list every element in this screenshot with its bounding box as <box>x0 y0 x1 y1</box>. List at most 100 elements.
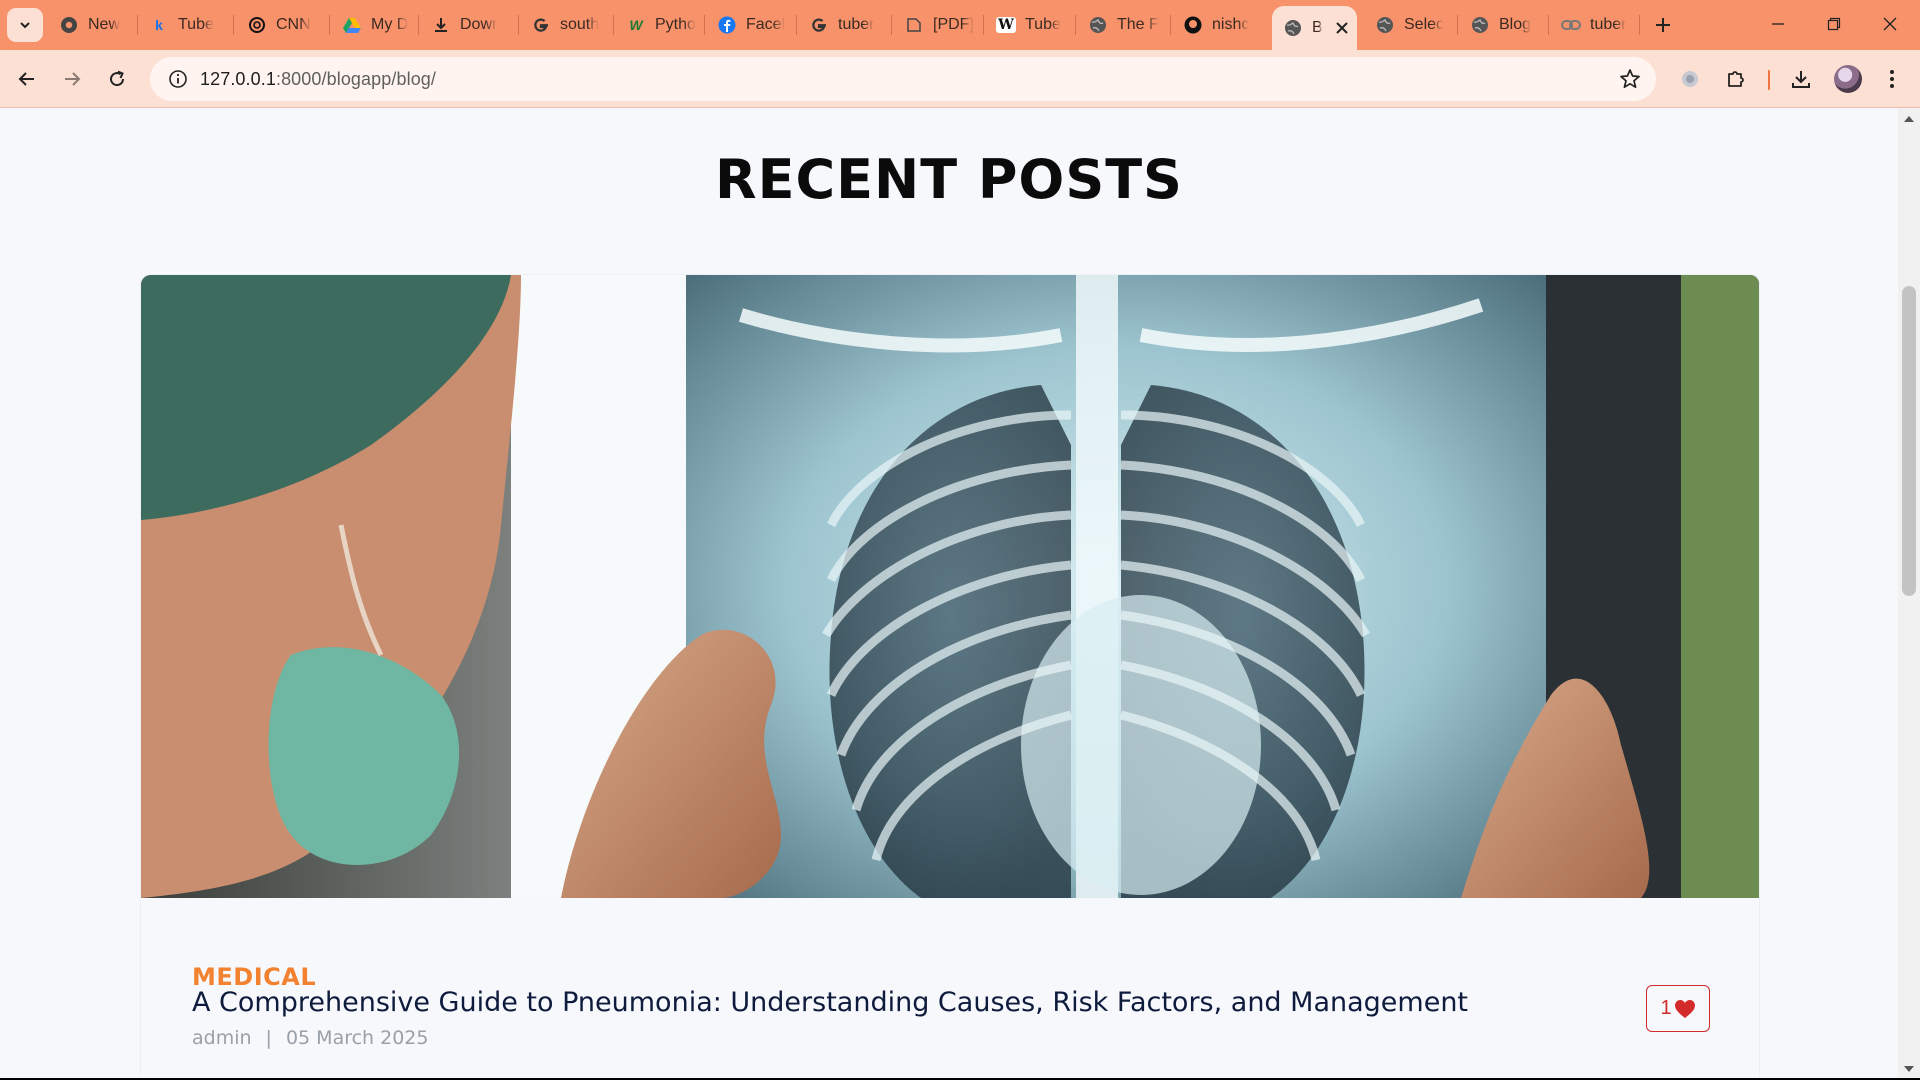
reload-icon <box>110 70 125 87</box>
forward-arrow-icon <box>65 72 81 86</box>
extension-icon-button[interactable] <box>1672 61 1708 97</box>
post-byline: admin | 05 March 2025 <box>192 1027 428 1049</box>
back-arrow-icon <box>18 72 34 86</box>
tab-title: Tube <box>1025 16 1061 33</box>
google-icon <box>809 15 829 35</box>
link-icon <box>1561 15 1581 35</box>
k-icon: k <box>155 17 163 33</box>
address-bar[interactable]: 127.0.0.1:8000/blogapp/blog/ <box>150 57 1656 101</box>
browser-tab[interactable]: Dowr <box>420 7 515 43</box>
post-title[interactable]: A Comprehensive Guide to Pneumonia: Unde… <box>192 987 1468 1018</box>
plus-icon <box>1656 18 1670 32</box>
download-icon <box>1792 71 1810 88</box>
minimize-button[interactable] <box>1750 0 1806 48</box>
browser-tab[interactable]: W Pytho <box>615 7 701 43</box>
tab-separator <box>796 15 797 35</box>
bookmark-star-icon[interactable] <box>1618 67 1642 91</box>
tab-separator <box>613 15 614 35</box>
browser-tab[interactable]: The F <box>1077 7 1167 43</box>
browser-window: New k Tube CNN My D Dowr south W Pytho Facel tuber… <box>0 0 1920 1078</box>
restore-button[interactable] <box>1806 0 1862 48</box>
post-date: 05 March 2025 <box>285 1027 429 1049</box>
tab-title: CNN <box>276 16 311 33</box>
tab-title: tuber <box>838 16 875 33</box>
forward-button[interactable] <box>54 61 90 97</box>
url-text[interactable]: 127.0.0.1:8000/blogapp/blog/ <box>200 69 436 90</box>
tab-title: New <box>88 16 121 33</box>
tab-separator <box>704 15 705 35</box>
post-hero-image[interactable] <box>141 275 1759 898</box>
puzzle-icon <box>1728 71 1744 87</box>
scroll-up-arrow-icon[interactable] <box>1898 112 1920 126</box>
browser-tab[interactable]: My D <box>331 7 415 43</box>
browser-tab[interactable]: tuber <box>798 7 888 43</box>
tab-strip: New k Tube CNN My D Dowr south W Pytho Facel tuber… <box>0 0 1920 50</box>
browser-tab[interactable]: CNN <box>236 7 326 43</box>
browser-tab[interactable]: k Tube <box>138 7 230 43</box>
tab-separator <box>233 15 234 35</box>
menu-button[interactable] <box>1874 61 1910 97</box>
reload-button[interactable] <box>99 61 135 97</box>
chrome-icon <box>59 15 79 35</box>
pdf-icon <box>904 15 924 35</box>
tab-title: [PDF] <box>933 16 974 33</box>
tab-title: Dowr <box>460 16 498 33</box>
globe-icon <box>1088 15 1108 35</box>
scrollbar-thumb[interactable] <box>1902 286 1916 596</box>
browser-tab[interactable]: Selec <box>1364 7 1454 43</box>
post-card[interactable]: MEDICAL A Comprehensive Guide to Pneumon… <box>140 274 1760 1078</box>
facebook-icon <box>717 15 737 35</box>
tab-separator <box>518 15 519 35</box>
like-count: 1 <box>1660 997 1672 1019</box>
tab-separator <box>418 15 419 35</box>
tab-title: Blog <box>1499 16 1532 33</box>
browser-tab[interactable]: nishc <box>1172 7 1266 43</box>
tab-title: nishc <box>1212 16 1250 33</box>
toolbar: 127.0.0.1:8000/blogapp/blog/ <box>0 50 1920 108</box>
tab-separator <box>1457 15 1458 35</box>
minimize-icon <box>1772 23 1784 25</box>
site-info-icon[interactable] <box>156 57 200 101</box>
tab-title: My D <box>371 16 409 33</box>
tab-separator <box>329 15 330 35</box>
post-author[interactable]: admin <box>192 1027 252 1049</box>
browser-tab[interactable]: Blog <box>1459 7 1545 43</box>
tab-title: south <box>560 16 600 33</box>
tab-search-button[interactable] <box>7 8 43 42</box>
byline-separator: | <box>265 1027 272 1049</box>
google-icon <box>531 15 551 35</box>
close-tab-icon[interactable] <box>1332 18 1351 38</box>
close-window-button[interactable] <box>1862 0 1918 48</box>
vertical-scrollbar[interactable] <box>1898 108 1920 1078</box>
downloads-button[interactable] <box>1783 61 1819 97</box>
w-icon: W <box>629 17 643 33</box>
tab-title: tuber <box>1590 16 1627 33</box>
tab-separator <box>1639 15 1640 35</box>
like-button[interactable]: 1 <box>1646 985 1710 1032</box>
tab-title: B <box>1312 19 1323 36</box>
close-icon <box>1883 17 1897 31</box>
tab-title: The F <box>1117 16 1159 33</box>
tab-title: Tube <box>178 16 214 33</box>
tab-title: Pytho <box>655 16 696 33</box>
url-host: 127.0.0.1 <box>200 68 276 89</box>
xray-image <box>141 275 1759 898</box>
browser-tab[interactable]: W Tube <box>985 7 1072 43</box>
drive-icon <box>342 15 362 35</box>
new-tab-button[interactable] <box>1649 11 1677 39</box>
browser-tab[interactable]: [PDF] <box>893 7 980 43</box>
tab-separator <box>1170 15 1171 35</box>
extensions-button[interactable] <box>1718 61 1754 97</box>
browser-tab[interactable]: tuber <box>1550 7 1636 43</box>
browser-tab[interactable]: south <box>520 7 610 43</box>
scroll-down-arrow-icon[interactable] <box>1898 1062 1920 1076</box>
browser-tab[interactable]: New <box>48 7 134 43</box>
tab-separator <box>1548 15 1549 35</box>
browser-tab[interactable]: Facel <box>706 7 793 43</box>
profile-avatar[interactable] <box>1834 65 1862 93</box>
browser-tab[interactable]: B <box>1272 6 1357 50</box>
back-button[interactable] <box>9 61 45 97</box>
puzzle-ext-icon <box>1682 71 1698 87</box>
restore-icon <box>1827 17 1841 31</box>
globe-icon <box>1283 18 1303 38</box>
